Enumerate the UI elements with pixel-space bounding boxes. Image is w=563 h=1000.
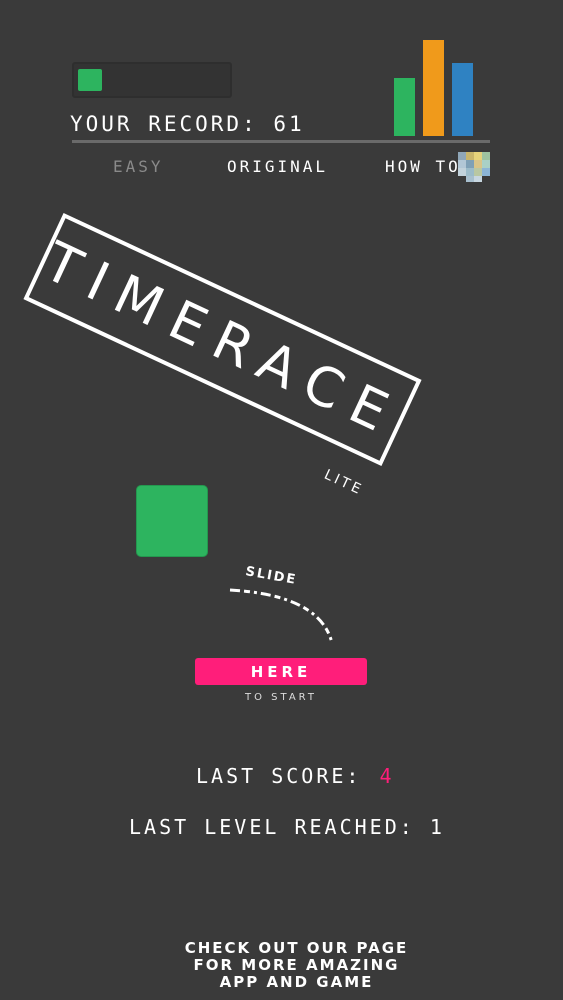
to-start-caption: TO START	[244, 692, 317, 703]
record-progress-bar	[72, 62, 232, 98]
record-label: YOUR RECORD: 61	[70, 112, 305, 136]
tab-original[interactable]: ORIGINAL	[227, 157, 328, 176]
record-progress-fill	[78, 69, 102, 91]
header-divider	[72, 140, 490, 143]
last-score: LAST SCORE: 4	[196, 764, 395, 788]
footer-line-3: APP AND GAME	[219, 973, 374, 991]
edition-label: LITE	[321, 466, 366, 499]
pixel-question-icon[interactable]	[458, 152, 492, 182]
last-score-value: 4	[379, 764, 395, 788]
slide-label: SLIDE	[244, 564, 298, 588]
last-level-reached: LAST LEVEL REACHED: 1	[129, 815, 445, 839]
leaderboard-bar-chart-icon[interactable]	[390, 30, 490, 136]
slide-arc-icon: SLIDE	[229, 564, 334, 644]
footer-line-2: FOR MORE AMAZING	[193, 956, 400, 974]
tab-easy[interactable]: EASY	[113, 157, 164, 176]
player-square[interactable]	[137, 486, 207, 556]
game-title: TIMERACE	[34, 229, 411, 450]
footer-line-1: CHECK OUT OUR PAGE	[184, 939, 409, 957]
tab-how-to[interactable]: HOW TO	[385, 157, 461, 176]
last-score-label: LAST SCORE:	[196, 764, 362, 788]
start-here-button[interactable]: HERE	[195, 658, 367, 685]
more-apps-link[interactable]: CHECK OUT OUR PAGE FOR MORE AMAZING APP …	[100, 940, 493, 991]
